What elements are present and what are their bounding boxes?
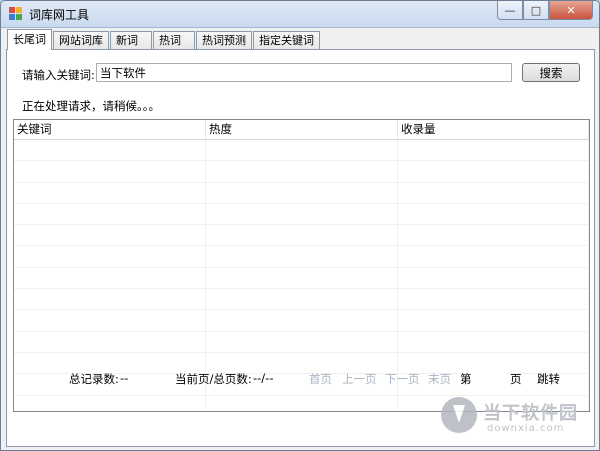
app-window: 词库网工具 — □ ✕ 长尾词 网站词库 新词 热词 热词预测 指定关键词 请输… [0, 0, 600, 451]
next-page-link[interactable]: 下一页 [385, 371, 420, 387]
search-input[interactable] [96, 63, 512, 82]
table-row[interactable] [14, 182, 589, 204]
table-row[interactable] [14, 225, 589, 247]
table-row[interactable] [14, 289, 589, 311]
goto-prefix: 第 [460, 372, 472, 386]
search-label: 请输入关键词: [22, 68, 95, 82]
table-cell [14, 310, 206, 331]
table-cell [206, 225, 398, 246]
close-icon[interactable]: ✕ [549, 1, 593, 20]
table-row[interactable] [14, 331, 589, 353]
table-cell [398, 267, 589, 289]
page-label: 当前页/总页数: [175, 372, 252, 386]
maximize-icon[interactable]: □ [523, 1, 549, 20]
table-cell [398, 395, 589, 411]
table-cell [398, 161, 589, 182]
table-row[interactable] [14, 203, 589, 226]
table-cell [14, 140, 206, 161]
table-cell [14, 182, 206, 203]
title-bar[interactable]: 词库网工具 — □ ✕ [1, 1, 599, 28]
table-cell [398, 246, 589, 267]
tab-site-lexicon[interactable]: 网站词库 [53, 31, 109, 50]
total-records-value: -- [120, 371, 129, 385]
tab-long-tail[interactable]: 长尾词 [7, 29, 52, 50]
table-cell [398, 310, 589, 331]
table-row[interactable] [14, 161, 589, 183]
total-records-label: 总记录数: [69, 372, 119, 386]
pagination-bar: 总记录数: -- 当前页/总页数: --/-- 首页 上一页 下一页 末页 第 … [1, 369, 599, 389]
column-header-indexed[interactable]: 收录量 [398, 120, 589, 139]
table-row[interactable] [14, 140, 589, 162]
table-cell [206, 161, 398, 182]
table-cell [206, 246, 398, 267]
table-cell [206, 331, 398, 352]
table-cell [206, 395, 398, 411]
column-header-heat[interactable]: 热度 [206, 120, 398, 139]
table-cell [206, 182, 398, 203]
tab-hot-words[interactable]: 热词 [153, 31, 195, 50]
table-cell [14, 161, 206, 182]
last-page-link[interactable]: 末页 [428, 371, 451, 387]
search-button[interactable]: 搜索 [522, 63, 580, 82]
table-row[interactable] [14, 310, 589, 332]
table-cell [206, 140, 398, 161]
page-number-input[interactable] [471, 369, 507, 387]
goto-button[interactable]: 跳转 [537, 371, 560, 387]
table-cell [206, 267, 398, 289]
goto-suffix: 页 [510, 372, 522, 386]
table-cell [206, 203, 398, 225]
app-icon [9, 7, 23, 21]
tab-new-words[interactable]: 新词 [110, 31, 152, 50]
minimize-icon[interactable]: — [497, 1, 523, 20]
tab-specified-keyword[interactable]: 指定关键词 [253, 31, 320, 50]
table-cell [398, 289, 589, 310]
table-cell [14, 395, 206, 411]
table-row[interactable] [14, 395, 589, 411]
table-cell [398, 203, 589, 225]
table-cell [14, 331, 206, 352]
prev-page-link[interactable]: 上一页 [342, 371, 377, 387]
window-controls: — □ ✕ [497, 1, 593, 21]
table-row[interactable] [14, 267, 589, 290]
window-title: 词库网工具 [29, 8, 90, 22]
first-page-link[interactable]: 首页 [309, 371, 332, 387]
page-value: --/-- [253, 371, 274, 385]
table-cell [398, 225, 589, 246]
table-header: 关键词 热度 收录量 [14, 120, 589, 140]
table-cell [14, 289, 206, 310]
column-header-keyword[interactable]: 关键词 [14, 120, 206, 139]
tab-strip: 长尾词 网站词库 新词 热词 热词预测 指定关键词 [7, 29, 321, 50]
table-row[interactable] [14, 246, 589, 268]
status-text: 正在处理请求，请稍候。。。 [22, 99, 160, 113]
table-cell [206, 310, 398, 331]
table-cell [398, 182, 589, 203]
table-cell [14, 267, 206, 289]
table-cell [398, 331, 589, 352]
table-cell [14, 225, 206, 246]
table-cell [206, 289, 398, 310]
table-cell [14, 203, 206, 225]
table-cell [14, 246, 206, 267]
tab-hot-forecast[interactable]: 热词预测 [196, 31, 252, 50]
table-cell [398, 140, 589, 161]
